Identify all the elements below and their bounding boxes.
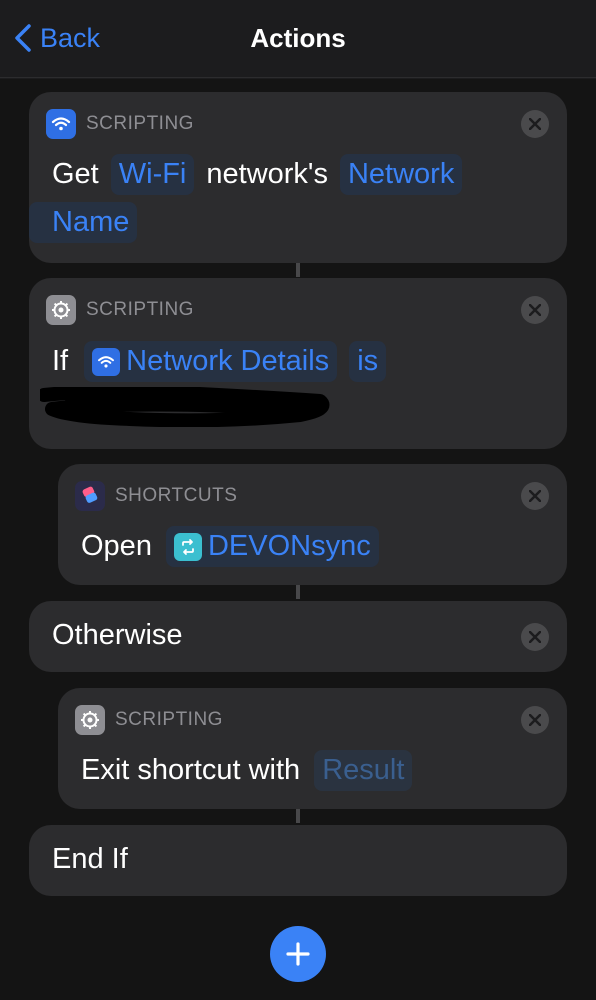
action-category: SCRIPTING: [46, 109, 194, 139]
action-category: SCRIPTING: [75, 705, 223, 735]
delete-action-button[interactable]: [521, 706, 549, 734]
action-card-exit-shortcut[interactable]: SCRIPTING Exit shortcut with Result: [58, 688, 567, 809]
action-card-open-shortcut[interactable]: SHORTCUTS Open DEVONsync: [58, 464, 567, 585]
delete-action-button[interactable]: [521, 296, 549, 324]
action-verb: Get: [52, 158, 99, 190]
delete-action-button[interactable]: [521, 482, 549, 510]
wifi-icon: [92, 347, 121, 376]
gear-icon: [46, 295, 76, 325]
result-token[interactable]: Result: [314, 750, 413, 791]
action-line-1: If Network Details is: [52, 341, 392, 382]
shortcuts-icon: [75, 481, 105, 511]
redaction-scribble: [40, 387, 330, 427]
action-text: network's: [206, 158, 328, 190]
action-line-1: Get Wi-Fi network's Network: [52, 154, 468, 195]
close-icon: [529, 304, 541, 316]
action-line-1: Open DEVONsync: [81, 526, 385, 567]
condition-token[interactable]: is: [349, 341, 387, 382]
sync-icon: [173, 532, 202, 561]
action-line-1: Exit shortcut with Result: [81, 750, 418, 791]
otherwise-label: Otherwise: [52, 619, 183, 651]
page-title: Actions: [250, 23, 346, 53]
network-name-token[interactable]: Network: [339, 154, 463, 195]
gear-icon: [75, 705, 105, 735]
end-if-block[interactable]: End If: [29, 825, 567, 896]
wifi-icon: [46, 109, 76, 139]
action-card-get-network[interactable]: SCRIPTING Get Wi-Fi network's Network Na…: [29, 92, 567, 263]
network-details-token[interactable]: Network Details: [84, 341, 338, 382]
wifi-parameter-token[interactable]: Wi-Fi: [110, 154, 195, 195]
close-icon: [529, 490, 541, 502]
action-category: SCRIPTING: [46, 295, 194, 325]
action-line-2: Name: [29, 202, 143, 243]
action-verb: Open: [81, 530, 152, 562]
action-verb: Exit shortcut with: [81, 754, 301, 786]
action-verb: If: [52, 345, 69, 377]
close-icon: [529, 118, 541, 130]
shortcut-token[interactable]: DEVONsync: [165, 526, 379, 567]
close-icon: [529, 631, 541, 643]
connector-line: [296, 263, 300, 277]
connector-line: [296, 809, 300, 823]
delete-action-button[interactable]: [521, 623, 549, 651]
end-if-label: End If: [52, 843, 128, 875]
action-category: SHORTCUTS: [75, 481, 237, 511]
close-icon: [529, 714, 541, 726]
navigation-bar: Back Actions: [0, 0, 596, 78]
plus-icon: [286, 942, 310, 966]
delete-action-button[interactable]: [521, 110, 549, 138]
add-action-button[interactable]: [270, 926, 326, 982]
network-name-token-wrap[interactable]: Name: [29, 202, 138, 243]
otherwise-block[interactable]: Otherwise: [29, 601, 567, 672]
connector-line: [296, 585, 300, 599]
